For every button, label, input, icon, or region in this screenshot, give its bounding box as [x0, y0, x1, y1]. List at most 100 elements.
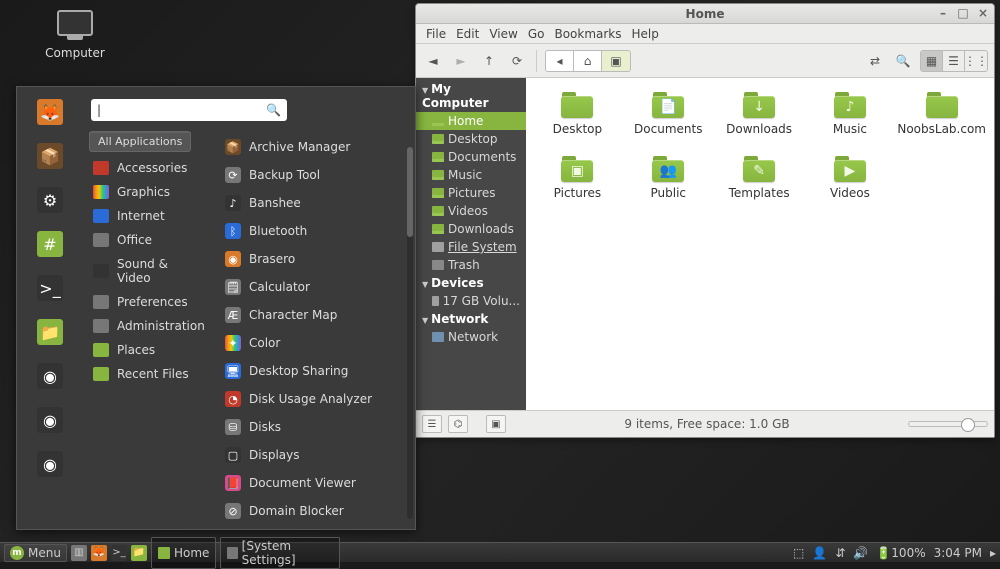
menu-button[interactable]: m Menu [4, 544, 67, 562]
category-preferences[interactable]: Preferences [87, 290, 209, 314]
side-item-desktop[interactable]: Desktop [416, 130, 526, 148]
fav-settings[interactable]: ⚙ [37, 187, 63, 213]
forward-button[interactable]: ► [450, 50, 472, 72]
toggle-location-button[interactable]: ⇄ [864, 50, 886, 72]
app-character-map[interactable]: ÆCharacter Map [217, 301, 411, 329]
up-button[interactable]: ↑ [478, 50, 500, 72]
task-home[interactable]: Home [151, 537, 216, 569]
category-recent-files[interactable]: Recent Files [87, 362, 209, 386]
fav-package[interactable]: 📦 [37, 143, 63, 169]
quicklaunch-files[interactable]: 📁 [131, 545, 147, 561]
volume-icon[interactable]: 🔊 [853, 546, 868, 560]
maximize-button[interactable]: □ [956, 6, 970, 20]
side-item-17-gb-volu-[interactable]: 17 GB Volu... [416, 292, 526, 310]
folder-desktop[interactable]: Desktop [534, 90, 621, 136]
show-desktop-button[interactable]: ▥ [71, 545, 87, 561]
folder-videos[interactable]: ▶Videos [807, 154, 894, 200]
close-button[interactable]: × [976, 6, 990, 20]
icon-view-button[interactable]: ▦ [921, 51, 943, 71]
app-color[interactable]: ✦Color [217, 329, 411, 357]
reload-button[interactable]: ⟳ [506, 50, 528, 72]
side-section-network[interactable]: Network [416, 310, 526, 328]
quicklaunch-terminal[interactable]: >_ [111, 545, 127, 561]
task--system-settings-[interactable]: [System Settings] [220, 537, 340, 569]
folder-music[interactable]: ♪Music [807, 90, 894, 136]
battery-icon[interactable]: 🔋100% [876, 546, 925, 560]
fav-files[interactable]: 📁 [37, 319, 63, 345]
app-document-viewer[interactable]: 📕Document Viewer [217, 469, 411, 497]
side-section-my-computer[interactable]: My Computer [416, 80, 526, 112]
category-internet[interactable]: Internet [87, 204, 209, 228]
app-calculator[interactable]: 🗒Calculator [217, 273, 411, 301]
folder-public[interactable]: 👥Public [625, 154, 712, 200]
compact-view-button[interactable]: ⋮⋮ [965, 51, 987, 71]
tray-toggle-icon[interactable]: ▸ [990, 546, 996, 560]
path-previous[interactable]: ◂ [546, 51, 574, 71]
category-sound-video[interactable]: Sound & Video [87, 252, 209, 290]
category-places[interactable]: Places [87, 338, 209, 362]
app-banshee[interactable]: ♪Banshee [217, 189, 411, 217]
fav-disc1[interactable]: ◉ [37, 363, 63, 389]
path-current[interactable]: ▣ [602, 51, 630, 71]
side-item-network[interactable]: Network [416, 328, 526, 346]
menu-edit[interactable]: Edit [452, 25, 483, 43]
desktop-icon-computer[interactable]: Computer [45, 10, 105, 60]
app-scrollbar[interactable] [407, 147, 413, 519]
minimize-button[interactable]: – [936, 6, 950, 20]
side-item-videos[interactable]: Videos [416, 202, 526, 220]
quicklaunch-firefox[interactable]: 🦊 [91, 545, 107, 561]
folder-downloads[interactable]: ↓Downloads [716, 90, 803, 136]
side-item-home[interactable]: Home [416, 112, 526, 130]
category-administration[interactable]: Administration [87, 314, 209, 338]
menu-file[interactable]: File [422, 25, 450, 43]
network-icon[interactable]: ⇵ [835, 546, 845, 560]
app-displays[interactable]: ▢Displays [217, 441, 411, 469]
search-button[interactable]: 🔍 [892, 50, 914, 72]
side-item-music[interactable]: Music [416, 166, 526, 184]
zoom-slider[interactable] [908, 421, 988, 427]
app-domain-blocker[interactable]: ⊘Domain Blocker [217, 497, 411, 525]
menu-go[interactable]: Go [524, 25, 549, 43]
path-home[interactable]: ⌂ [574, 51, 602, 71]
app-bluetooth[interactable]: ᛒBluetooth [217, 217, 411, 245]
fav-disc3[interactable]: ◉ [37, 451, 63, 477]
side-item-label: Pictures [448, 186, 496, 200]
side-item-downloads[interactable]: Downloads [416, 220, 526, 238]
category-graphics[interactable]: Graphics [87, 180, 209, 204]
list-view-button[interactable]: ☰ [943, 51, 965, 71]
side-item-pictures[interactable]: Pictures [416, 184, 526, 202]
icon-view[interactable]: Desktop📄Documents↓Downloads♪MusicNoobsLa… [526, 78, 994, 410]
fav-firefox[interactable]: 🦊 [37, 99, 63, 125]
fav-console[interactable]: >_ [37, 275, 63, 301]
folder-templates[interactable]: ✎Templates [716, 154, 803, 200]
side-item-file-system[interactable]: File System [416, 238, 526, 256]
menu-view[interactable]: View [485, 25, 521, 43]
side-item-documents[interactable]: Documents [416, 148, 526, 166]
side-section-devices[interactable]: Devices [416, 274, 526, 292]
user-icon[interactable]: 👤 [812, 546, 827, 560]
folder-documents[interactable]: 📄Documents [625, 90, 712, 136]
app-backup-tool[interactable]: ⟳Backup Tool [217, 161, 411, 189]
fav-disc2[interactable]: ◉ [37, 407, 63, 433]
app-brasero[interactable]: ◉Brasero [217, 245, 411, 273]
app-disk-usage-analyzer[interactable]: ◔Disk Usage Analyzer [217, 385, 411, 413]
all-applications-chip[interactable]: All Applications [89, 131, 191, 152]
category-office[interactable]: Office [87, 228, 209, 252]
menu-help[interactable]: Help [628, 25, 663, 43]
places-toggle-button[interactable]: ☰ [422, 415, 442, 433]
app-disks[interactable]: ⛁Disks [217, 413, 411, 441]
app-desktop-sharing[interactable]: 🖥Desktop Sharing [217, 357, 411, 385]
folder-pictures[interactable]: ▣Pictures [534, 154, 621, 200]
folder-noobslab-com[interactable]: NoobsLab.com [897, 90, 986, 136]
category-accessories[interactable]: Accessories [87, 156, 209, 180]
back-button[interactable]: ◄ [422, 50, 444, 72]
tree-toggle-button[interactable]: ⌬ [448, 415, 468, 433]
titlebar[interactable]: Home – □ × [416, 4, 994, 24]
app-archive-manager[interactable]: 📦Archive Manager [217, 133, 411, 161]
clock[interactable]: 3:04 PM [934, 546, 982, 560]
terminal-button[interactable]: ▣ [486, 415, 506, 433]
menu-bookmarks[interactable]: Bookmarks [550, 25, 625, 43]
side-item-trash[interactable]: Trash [416, 256, 526, 274]
updates-icon[interactable]: ⬚ [793, 546, 804, 560]
fav-terminal-fav[interactable]: # [37, 231, 63, 257]
